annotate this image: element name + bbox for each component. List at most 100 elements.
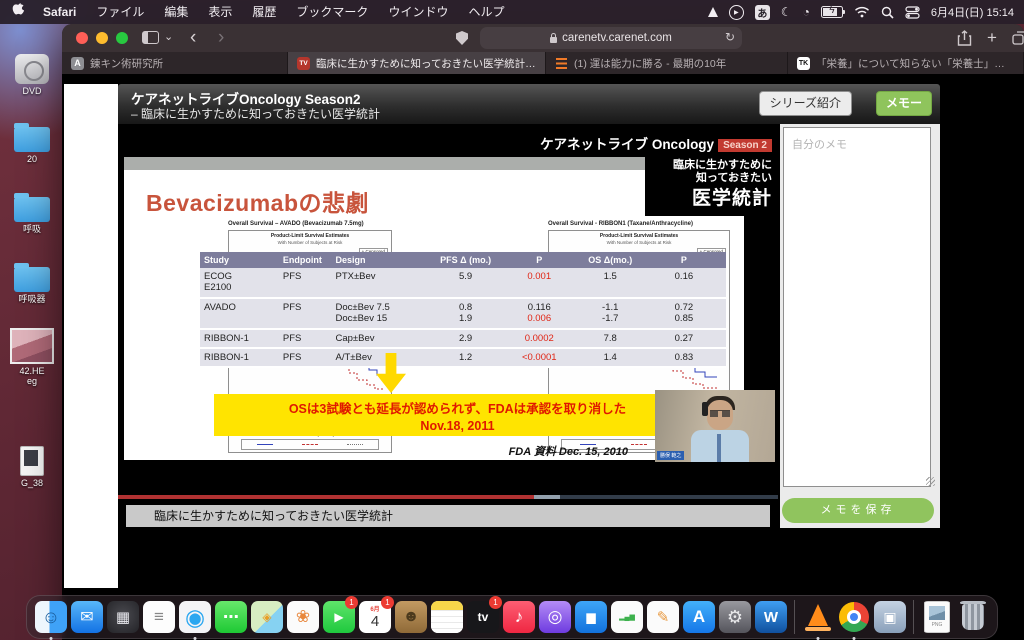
menu-item-edit[interactable]: 編集 — [154, 0, 198, 24]
speaker-name-label: 勝俣 範之 — [657, 451, 684, 460]
chart-title: Overall Survival – AVADO (Bevacizumab 7.… — [228, 221, 392, 227]
desktop-icon-folder-kokyuki[interactable]: 呼吸器 — [2, 262, 62, 304]
window-title-bar[interactable]: ⌄ ‹ › carenetv.carenet.com ↻ + — [62, 24, 1024, 52]
dock-item-podcasts[interactable]: ◎ — [537, 597, 573, 637]
dock-item-reminders[interactable]: ≡ — [141, 597, 177, 637]
desktop-icon-file-g38[interactable]: G_38 — [2, 446, 62, 488]
dock-item-safari[interactable]: ◉ — [177, 597, 213, 637]
minimize-window-button[interactable] — [96, 32, 108, 44]
forward-button[interactable]: › — [218, 24, 224, 52]
menu-item-history[interactable]: 履歴 — [242, 0, 286, 24]
menu-bar: Safari ファイル 編集 表示 履歴 ブックマーク ウインドウ ヘルプ ▶ あ… — [0, 0, 1024, 24]
memo-toggle-button[interactable]: メモー — [876, 91, 932, 116]
desktop-icon-folder-20[interactable]: 20 — [2, 122, 62, 164]
tab-favicon-list — [555, 57, 568, 70]
dock-item-finder[interactable]: ☺ — [33, 597, 69, 637]
zoom-window-button[interactable] — [116, 32, 128, 44]
clock-icon[interactable]: ◔ — [803, 4, 810, 20]
desktop-icon-dvd-app[interactable]: DVD — [2, 54, 62, 96]
dock-item-word[interactable]: W — [753, 597, 789, 637]
new-tab-button[interactable]: + — [987, 24, 997, 52]
desktop-icon-label: 呼吸 — [2, 224, 62, 234]
series-intro-button[interactable]: シリーズ紹介 — [759, 91, 852, 116]
dock-item-photos[interactable]: ❀ — [285, 597, 321, 637]
progress-buffered — [534, 495, 560, 499]
browser-tab-1[interactable]: A錬キン術研究所 — [62, 52, 288, 74]
tab-overview-icon[interactable] — [1012, 31, 1024, 50]
page-left-margin — [64, 84, 118, 588]
url-text: carenetv.carenet.com — [562, 32, 672, 44]
page-header: ケアネットライブOncology Season2 – 臨床に生かすために知ってお… — [118, 84, 940, 124]
trial-results-table: StudyEndpointDesignPFS Δ (mo.)POS Δ(mo.)… — [200, 252, 726, 368]
menu-clock[interactable]: 6月4日(日) 15:14 — [931, 4, 1014, 20]
sidebar-chevron-icon[interactable]: ⌄ — [164, 23, 173, 51]
launchpad-icon: ▦ — [107, 601, 139, 633]
video-player[interactable]: Bevacizumabの悲劇 Overall Survival – AVADO … — [118, 124, 778, 588]
video-caption-bar: 臨床に生かすために知っておきたい医学統計 — [126, 505, 770, 527]
tab-favicon-tk: TK — [797, 57, 810, 70]
menu-item-view[interactable]: 表示 — [198, 0, 242, 24]
sidebar-toggle-icon[interactable] — [142, 31, 159, 44]
dock-item-trash[interactable] — [955, 597, 991, 637]
reload-icon[interactable]: ↻ — [725, 30, 735, 44]
desktop-icon-label: 42.HEeg — [2, 366, 62, 387]
dock-item-pages[interactable]: ✎ — [645, 597, 681, 637]
control-center-icon[interactable] — [905, 4, 920, 20]
moon-icon[interactable]: ☾ — [781, 4, 792, 20]
dock-item-notes[interactable] — [429, 597, 465, 637]
dock-item-chrome[interactable] — [836, 597, 872, 637]
dock-item-music[interactable]: ♪ — [501, 597, 537, 637]
back-button[interactable]: ‹ — [190, 24, 196, 52]
vlc-cone-icon[interactable] — [708, 4, 718, 20]
menu-item-bookmarks[interactable]: ブックマーク — [286, 0, 378, 24]
close-window-button[interactable] — [76, 32, 88, 44]
dock-item-messages[interactable]: ⋯ — [213, 597, 249, 637]
share-icon[interactable] — [957, 30, 972, 52]
glasses — [710, 410, 730, 417]
dock-item-keynote[interactable]: ▆ — [573, 597, 609, 637]
menu-item-help[interactable]: ヘルプ — [458, 0, 514, 24]
table-cell: PTX±Bev — [331, 268, 431, 298]
dock-item-mail[interactable]: ✉ — [69, 597, 105, 637]
input-source-icon[interactable]: あ — [755, 4, 770, 20]
battery-icon[interactable]: ϟ — [821, 4, 843, 20]
play-circle-icon[interactable]: ▶ — [729, 4, 744, 20]
dock-item-vlc[interactable] — [800, 597, 836, 637]
dock-item-screenshare[interactable]: ▣ — [872, 597, 908, 637]
menu-item-window[interactable]: ウインドウ — [378, 0, 458, 24]
lock-icon — [550, 37, 557, 43]
browser-tab-2[interactable]: TV臨床に生かすために知っておきたい医学統計|ケアネットライブO… — [288, 52, 546, 74]
table-header: PFS Δ (mo.) — [431, 252, 499, 268]
dock-item-settings[interactable]: ⚙ — [717, 597, 753, 637]
music-icon: ♪ — [503, 601, 535, 633]
dock-item-png-file[interactable]: PNG — [919, 597, 955, 637]
dock-item-launchpad[interactable]: ▦ — [105, 597, 141, 637]
desktop-icon-folder-kokyu[interactable]: 呼吸 — [2, 192, 62, 234]
table-cell: ECOGE2100 — [200, 268, 279, 298]
desktop-icon-image-42[interactable]: 42.HEeg — [2, 328, 62, 387]
dock-item-numbers[interactable]: ▂▄▆ — [609, 597, 645, 637]
dock-item-facetime[interactable]: ▶1 — [321, 597, 357, 637]
browser-tab-4[interactable]: TK「栄養」について知らない「栄養士」が多すぎる 残念な栄養士が信… — [788, 52, 1024, 74]
memo-input[interactable] — [783, 127, 931, 487]
dock-item-calendar[interactable]: 6月41 — [357, 597, 393, 637]
maps-icon: ◈ — [251, 601, 283, 633]
video-progress-bar[interactable] — [118, 495, 778, 499]
table-cell: <0.0001 — [500, 348, 579, 367]
save-memo-button[interactable]: メモを保存 — [782, 498, 934, 523]
dock-item-maps[interactable]: ◈ — [249, 597, 285, 637]
textarea-resize-grip[interactable] — [926, 477, 935, 486]
apple-menu-icon[interactable] — [0, 0, 33, 24]
wifi-icon[interactable] — [854, 4, 870, 20]
safari-icon: ◉ — [179, 601, 211, 633]
browser-tab-3[interactable]: (1) 運は能力に勝る - 最期の10年 — [546, 52, 788, 74]
menu-item-file[interactable]: ファイル — [86, 0, 154, 24]
menu-item-safari[interactable]: Safari — [33, 0, 86, 24]
dock-item-appletv[interactable]: tv1 — [465, 597, 501, 637]
search-icon[interactable] — [881, 4, 894, 20]
privacy-shield-icon[interactable] — [456, 31, 468, 45]
menu-status-area: ▶ あ ☾ ◔ ϟ 6月4日(日) 15:14 — [708, 4, 1024, 20]
dock-item-appstore[interactable]: A — [681, 597, 717, 637]
address-bar[interactable]: carenetv.carenet.com ↻ — [480, 27, 742, 49]
dock-item-contacts[interactable]: ☻ — [393, 597, 429, 637]
